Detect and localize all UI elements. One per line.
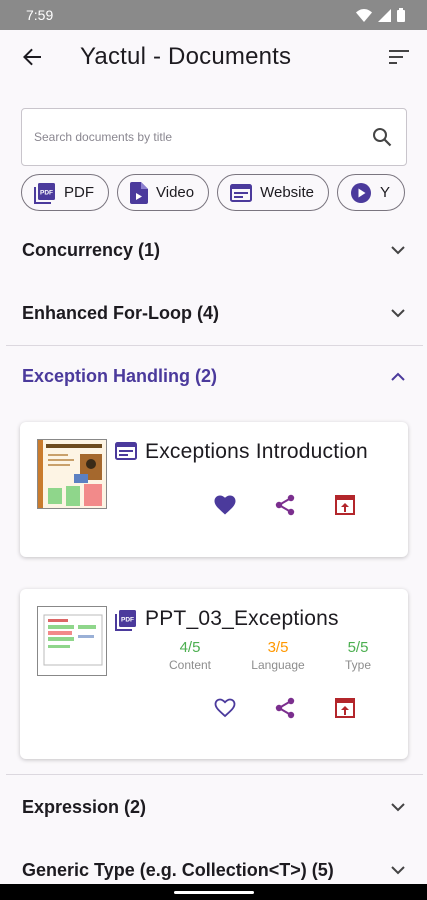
home-handle[interactable]	[174, 891, 254, 894]
document-card[interactable]: PDF PPT_03_Exceptions 4/5 Content 3/5 La…	[20, 589, 408, 759]
section-label: Exception Handling (2)	[22, 365, 218, 386]
status-time: 7:59	[26, 7, 54, 23]
document-title: PPT_03_Exceptions	[145, 607, 339, 630]
svg-text:PDF: PDF	[121, 617, 134, 624]
svg-text:PDF: PDF	[40, 189, 53, 196]
heart-outline-icon	[214, 698, 236, 718]
document-actions	[195, 490, 375, 520]
search-icon[interactable]	[372, 127, 392, 147]
rating-value: 3/5	[267, 639, 289, 656]
chip-pdf[interactable]: PDF PDF	[21, 174, 109, 211]
section-concurrency[interactable]: Concurrency (1)	[0, 220, 427, 280]
document-actions	[195, 693, 375, 723]
sort-button[interactable]	[385, 43, 413, 71]
chevron-down-icon	[391, 245, 405, 254]
section-label: Enhanced For-Loop (4)	[22, 302, 219, 323]
rating-label: Content	[168, 658, 212, 672]
share-button[interactable]	[255, 490, 315, 520]
share-icon	[275, 494, 295, 516]
chevron-down-icon	[391, 865, 405, 874]
chevron-down-icon	[391, 802, 405, 811]
open-in-browser-icon	[335, 495, 355, 515]
chip-label: Video	[156, 184, 195, 201]
rating-content: 4/5 Content	[146, 639, 234, 672]
sort-icon	[389, 50, 409, 64]
section-expression[interactable]: Expression (2)	[0, 777, 427, 837]
app-bar: Yactul - Documents	[0, 30, 427, 84]
back-button[interactable]	[18, 43, 46, 71]
share-icon	[275, 697, 295, 719]
chevron-up-icon	[391, 372, 405, 381]
divider	[6, 774, 423, 775]
website-icon	[230, 183, 253, 202]
signal-icon	[378, 8, 391, 22]
pdf-icon: PDF	[115, 610, 136, 631]
chip-website[interactable]: Website	[217, 174, 330, 211]
favorite-button[interactable]	[195, 490, 255, 520]
section-label: Concurrency (1)	[22, 239, 161, 260]
rating-language: 3/5 Language	[234, 639, 322, 672]
page-title: Yactul - Documents	[80, 43, 292, 70]
play-circle-icon	[351, 182, 372, 203]
chip-label: Website	[260, 184, 315, 201]
website-icon	[115, 442, 137, 460]
rating-type: 5/5 Type	[322, 639, 394, 672]
section-label: Expression (2)	[22, 796, 147, 817]
document-ratings: 4/5 Content 3/5 Language 5/5 Type	[146, 639, 394, 672]
document-thumbnail	[37, 439, 107, 509]
document-card[interactable]: Exceptions Introduction	[20, 422, 408, 557]
share-button[interactable]	[255, 693, 315, 723]
rating-value: 4/5	[179, 639, 201, 656]
system-nav-bar	[0, 884, 427, 900]
chip-youtube[interactable]: Y	[337, 174, 406, 211]
section-enhanced-for-loop[interactable]: Enhanced For-Loop (4)	[0, 283, 427, 343]
arrow-back-icon	[23, 48, 41, 66]
favorite-button[interactable]	[195, 693, 255, 723]
video-file-icon	[130, 181, 148, 204]
chevron-down-icon	[391, 308, 405, 317]
document-thumbnail	[37, 606, 107, 676]
rating-label: Type	[344, 658, 371, 672]
filter-chips: PDF PDF Video Website Y	[0, 170, 406, 216]
open-external-button[interactable]	[315, 693, 375, 723]
open-in-browser-icon	[335, 698, 355, 718]
battery-icon	[397, 8, 405, 22]
rating-label: Language	[251, 658, 305, 672]
section-label: Generic Type (e.g. Collection<T>) (5)	[22, 859, 334, 880]
chip-label: Y	[380, 184, 391, 201]
search-bar	[21, 108, 407, 166]
chip-video[interactable]: Video	[117, 174, 210, 211]
search-input[interactable]	[34, 130, 372, 144]
chip-label: PDF	[64, 184, 94, 201]
section-exception-handling[interactable]: Exception Handling (2)	[0, 346, 427, 406]
status-bar: 7:59	[0, 0, 427, 30]
heart-filled-icon	[214, 495, 236, 515]
status-icons	[356, 8, 405, 22]
wifi-icon	[356, 8, 372, 22]
document-title: Exceptions Introduction	[145, 440, 368, 463]
open-external-button[interactable]	[315, 490, 375, 520]
rating-value: 5/5	[347, 639, 369, 656]
pdf-icon: PDF	[34, 182, 55, 204]
